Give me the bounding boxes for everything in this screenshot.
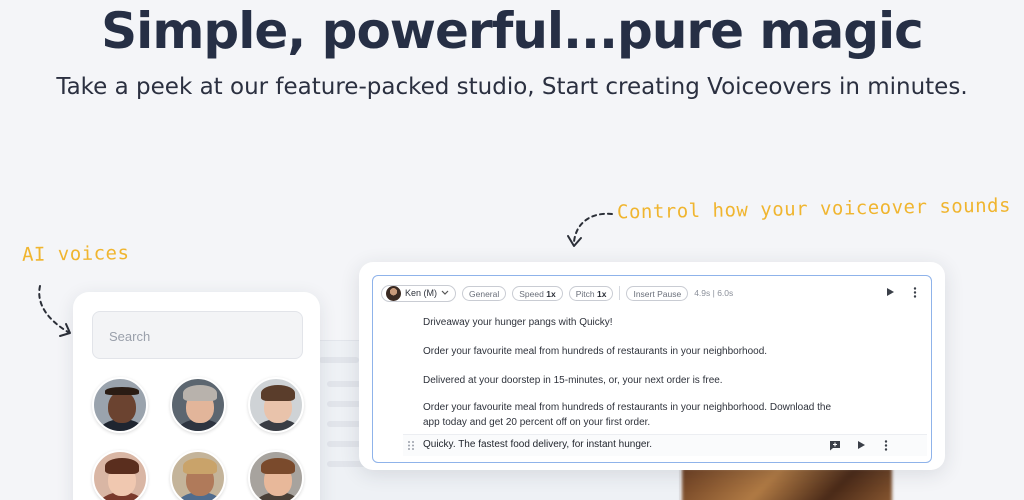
toolbar-divider [619, 286, 621, 300]
line-more-icon[interactable] [884, 440, 888, 451]
control-arrow-icon [567, 212, 613, 247]
control-annotation: Control how your voiceover sounds [616, 194, 1012, 224]
editor-toolbar: Ken (M) General Speed 1x Pitch 1x Insert… [381, 284, 733, 302]
pitch-pill[interactable]: Pitch 1x [568, 285, 614, 301]
paragraph-4[interactable]: Order your favourite meal from hundreds … [423, 400, 843, 430]
voice-select[interactable]: Ken (M) [381, 284, 457, 302]
speed-value: 1x [546, 288, 556, 299]
ai-voices-annotation: AI voices [21, 242, 130, 266]
chevron-down-icon [441, 290, 449, 295]
paragraph-3[interactable]: Delivered at your doorstep in 15-minutes… [423, 373, 843, 388]
voice-avatar-4[interactable] [92, 450, 148, 500]
voice-avatar-5[interactable] [170, 450, 226, 500]
add-comment-icon[interactable] [829, 440, 841, 451]
pitch-value: 1x [596, 288, 607, 299]
paragraph-1[interactable]: Driveaway your hunger pangs with Quicky! [423, 315, 843, 330]
voice-avatar-1[interactable] [92, 377, 148, 433]
editor-block: Ken (M) General Speed 1x Pitch 1x Insert… [372, 275, 932, 463]
voice-avatar-3[interactable] [248, 377, 304, 433]
voice-avatar-2[interactable] [170, 377, 226, 433]
background-food-image [682, 468, 892, 500]
duration-value: 4.9s [694, 288, 711, 298]
speed-pill[interactable]: Speed 1x [512, 285, 563, 301]
total-value: 6.0s [717, 288, 734, 298]
play-icon[interactable] [885, 287, 895, 297]
voice-avatar-6[interactable] [248, 450, 304, 500]
paragraph-2[interactable]: Order your favourite meal from hundreds … [423, 344, 843, 359]
voices-panel: Search [73, 292, 320, 500]
play-line-icon[interactable] [856, 440, 866, 450]
voice-avatar-icon [386, 285, 401, 301]
search-input[interactable]: Search [92, 311, 303, 359]
speed-label: Speed [519, 288, 544, 299]
drag-handle-icon[interactable] [407, 440, 415, 451]
pitch-label: Pitch [575, 288, 595, 299]
more-vertical-icon[interactable] [913, 287, 917, 298]
active-line-text[interactable]: Quicky. The fastest food delivery, for i… [423, 439, 652, 450]
insert-pause-button[interactable]: Insert Pause [626, 285, 689, 301]
page-title: Simple, powerful...pure magic [101, 2, 924, 60]
style-pill[interactable]: General [462, 285, 507, 301]
duration-text: 4.9s | 6.0s [694, 288, 734, 298]
active-line-row[interactable]: Quicky. The fastest food delivery, for i… [403, 434, 927, 456]
voiceover-editor: Ken (M) General Speed 1x Pitch 1x Insert… [359, 262, 945, 470]
page-subtitle: Take a peek at our feature-packed studio… [56, 74, 968, 100]
voice-name: Ken (M) [405, 288, 438, 298]
